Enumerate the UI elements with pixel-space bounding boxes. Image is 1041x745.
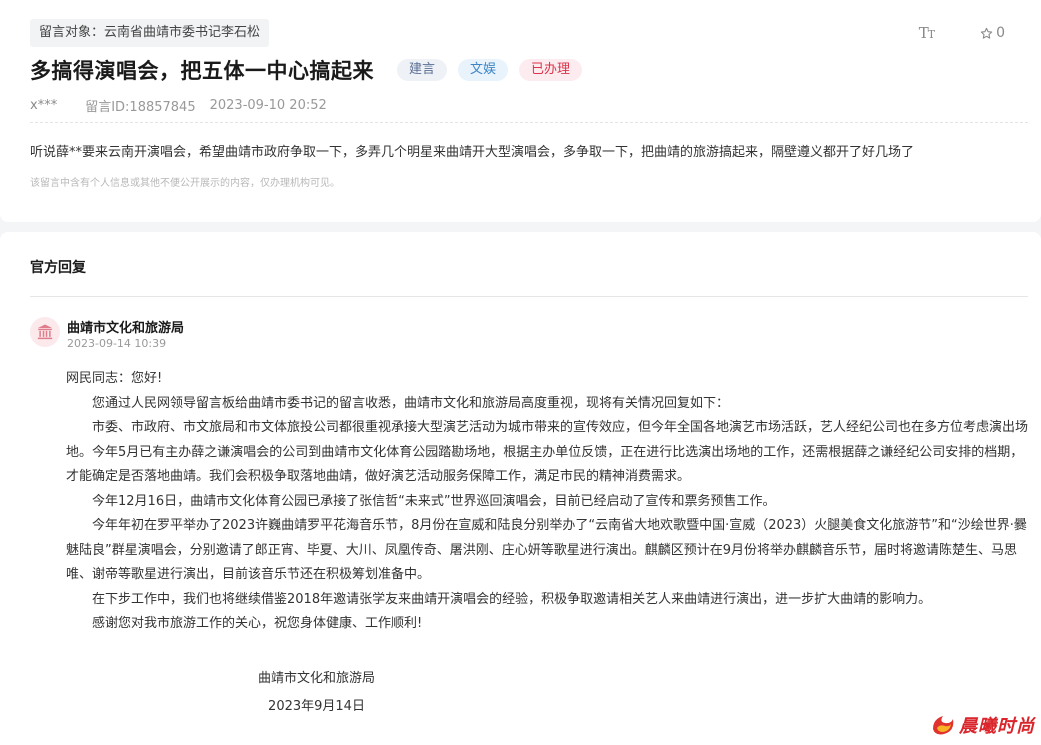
page-title: 多搞得演唱会，把五体一中心搞起来 [30, 59, 374, 83]
org-avatar [30, 317, 60, 347]
status-badge: 已办理 [519, 59, 583, 81]
message-content: 听说薛**要来云南开演唱会，希望曲靖市政府争取一下，多弄几个明星来曲靖开大型演唱… [30, 145, 915, 160]
message-target: 留言对象：云南省曲靖市委书记李石松 [30, 19, 270, 47]
message-meta: x*** 留言ID:18857845 2023-09-10 20:52 [30, 96, 327, 115]
favorite-count: 0 [996, 25, 1005, 41]
reply-paragraph: 市委、市政府、市文旅局和市文体旅投公司都很重视承接大型演艺活动为城市带来的宣传效… [66, 420, 1029, 484]
official-reply-card: 官方回复 曲靖市文化和旅游局 2023-09-14 10:39 网民同志：您好!… [0, 232, 1041, 745]
reply-date: 2023-09-14 10:39 [67, 337, 167, 350]
divider [30, 122, 1028, 123]
message-datetime: 2023-09-10 20:52 [209, 98, 327, 113]
section-title: 官方回复 [30, 260, 86, 276]
reply-paragraph: 您通过人民网领导留言板给曲靖市委书记的留言收悉，曲靖市文化和旅游局高度重视，现将… [92, 395, 730, 411]
signature-date: 2023年9月14日 [268, 699, 365, 714]
watermark: 晨曦时尚 [929, 711, 1035, 739]
reply-paragraph: 今年年初在罗平举办了2023许巍曲靖罗平花海音乐节，8月份在宣威和陆良分别举办了… [66, 518, 1027, 582]
divider [30, 296, 1028, 297]
privacy-note: 该留言中含有个人信息或其他不便公开展示的内容，仅办理机构可见。 [30, 178, 340, 189]
message-card: 留言对象：云南省曲靖市委书记李石松 TT 0 多搞得演唱会，把五体一中心搞起来 … [0, 0, 1041, 222]
title-row: 多搞得演唱会，把五体一中心搞起来 建言 文娱 已办理 [30, 55, 583, 85]
reply-greeting: 网民同志：您好! [66, 371, 163, 386]
message-tools: TT 0 [919, 24, 1005, 42]
author-name: x*** [30, 98, 58, 113]
reply-org-name: 曲靖市文化和旅游局 [67, 321, 185, 336]
reply-paragraph: 今年12月16日，曲靖市文化体育公园已承接了张信哲“未来式”世界巡回演唱会，目前… [92, 493, 776, 509]
badge-advice: 建言 [397, 59, 448, 81]
reply-body: 网民同志：您好! 您通过人民网领导留言板给曲靖市委书记的留言收悉，曲靖市文化和旅… [66, 367, 1031, 637]
badge-culture: 文娱 [458, 59, 509, 81]
reply-paragraph: 感谢您对我市旅游工作的关心，祝您身体健康、工作顺利! [92, 616, 423, 631]
font-size-icon[interactable]: TT [919, 24, 935, 42]
message-id: 留言ID:18857845 [85, 100, 196, 115]
reply-signature: 曲靖市文化和旅游局 2023年9月14日 [258, 665, 375, 721]
favorite-button[interactable]: 0 [980, 25, 1005, 41]
star-icon [980, 27, 993, 39]
government-building-icon [37, 324, 53, 340]
flame-logo-icon [933, 716, 954, 735]
watermark-text: 晨曦时尚 [959, 716, 1035, 737]
reply-paragraph: 在下步工作中，我们也将继续借鉴2018年邀请张学友来曲靖开演唱会的经验，积极争取… [92, 591, 932, 607]
signature-org: 曲靖市文化和旅游局 [258, 671, 376, 686]
